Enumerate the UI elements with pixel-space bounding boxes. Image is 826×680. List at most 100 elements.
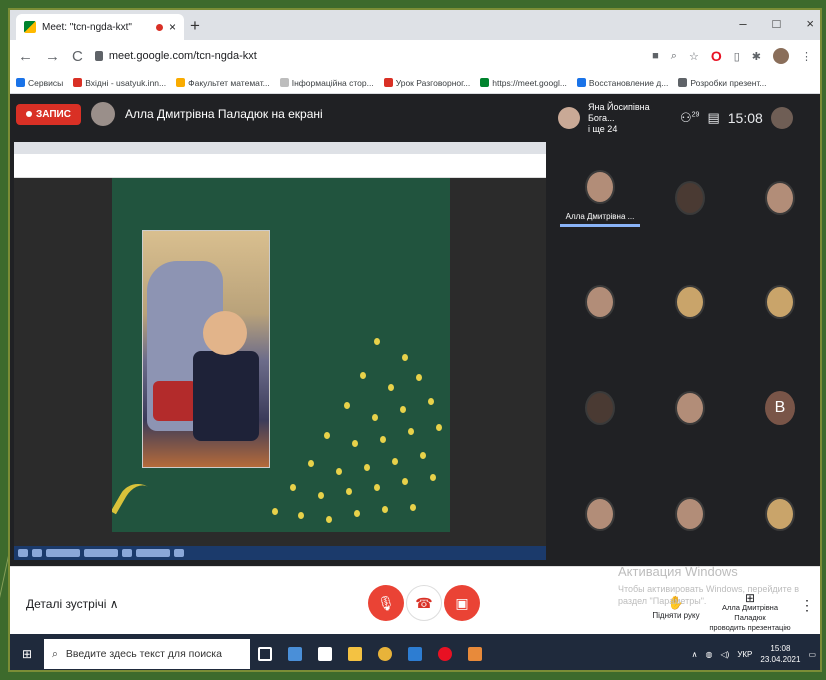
bookmark-item[interactable]: Факультет математ... xyxy=(176,77,270,88)
photos-icon[interactable] xyxy=(460,634,490,670)
screenshot-frame: Meet: "tcn-ngda-kxt" × + – □ × ← → C mee… xyxy=(8,8,822,672)
participant-tile[interactable] xyxy=(650,466,730,562)
slide xyxy=(112,178,450,532)
shared-taskbar-item xyxy=(18,549,28,557)
raise-hand-button[interactable]: ✋ Підняти руку xyxy=(646,595,706,620)
camera-icon[interactable]: ■ xyxy=(652,50,659,62)
shared-bookmarks-bar xyxy=(14,168,546,178)
shared-taskbar-item xyxy=(174,549,184,557)
shared-taskbar xyxy=(14,546,546,560)
opera-taskbar-icon[interactable] xyxy=(430,634,460,670)
notifications-icon[interactable]: ▭ xyxy=(808,650,816,659)
decor-dot xyxy=(388,384,394,391)
bookmarks-bar: Сервисы Вхідні - usatyuk.inn... Факультет … xyxy=(10,72,820,94)
chrome-icon[interactable] xyxy=(370,634,400,670)
opera-icon[interactable]: O xyxy=(711,48,722,64)
decor-dot xyxy=(402,478,408,485)
taskbar-clock[interactable]: 15:08 23.04.2021 xyxy=(760,643,800,665)
bookmark-item[interactable]: Урок Разговорног... xyxy=(383,77,470,88)
shared-taskbar-item xyxy=(84,549,118,557)
task-view-icon[interactable] xyxy=(250,634,280,670)
record-badge[interactable]: ЗАПИС xyxy=(16,103,81,125)
decor-dot xyxy=(298,512,304,519)
self-avatar[interactable] xyxy=(770,107,793,129)
people-icon[interactable]: ⚇29 xyxy=(680,110,699,126)
bookmark-item[interactable]: Вхідні - usatyuk.inn... xyxy=(73,77,167,88)
meet-control-bar: Деталі зустрічі ∧ 🎙 ☎ ▣ ✋ Підняти руку ⊞ А… xyxy=(10,566,820,634)
taskbar-time: 15:08 xyxy=(770,644,791,653)
taskbar-search-field[interactable]: ⌕ Введите здесь текст для поиска xyxy=(44,639,250,669)
participant-tile[interactable] xyxy=(650,360,730,456)
windows-taskbar: ⊞ ⌕ Введите здесь текст для поиска ∧ ◍ ◁)… xyxy=(10,634,820,670)
shield-icon[interactable]: ▯ xyxy=(734,50,740,63)
participant-tile[interactable]: Алла Дмитрівна ... xyxy=(560,150,640,246)
decor-dot xyxy=(402,354,408,361)
participant-tile[interactable]: B xyxy=(740,360,820,456)
volume-icon[interactable]: ◁) xyxy=(720,650,729,659)
close-tab-icon[interactable]: × xyxy=(169,20,176,34)
camera-off-button[interactable]: ▣ xyxy=(444,585,480,621)
windows-start-icon[interactable]: ⊞ xyxy=(10,634,44,670)
tray-chevron-icon[interactable]: ∧ xyxy=(692,650,698,659)
participant-tile[interactable] xyxy=(560,466,640,562)
close-window-button[interactable]: × xyxy=(806,16,814,31)
reload-icon[interactable]: C xyxy=(72,48,83,65)
bookmark-favicon-icon xyxy=(383,77,393,87)
network-icon[interactable]: ◍ xyxy=(706,650,713,659)
participant-tile[interactable] xyxy=(650,254,730,350)
profile-avatar[interactable] xyxy=(773,48,789,64)
puzzle-icon[interactable]: ✱ xyxy=(752,50,761,63)
participant-avatar xyxy=(585,391,615,425)
bookmark-label: Вхідні - usatyuk.inn... xyxy=(85,77,167,88)
shared-taskbar-item xyxy=(122,549,132,557)
participant-tile[interactable] xyxy=(740,150,820,246)
participant-tile[interactable] xyxy=(560,360,640,456)
bookmark-favicon-icon xyxy=(16,77,25,87)
bookmark-item[interactable]: Сервисы xyxy=(16,77,63,88)
menu-icon[interactable]: ⋮ xyxy=(801,50,812,63)
record-dot-icon xyxy=(26,111,32,117)
store-icon[interactable] xyxy=(310,634,340,670)
zoom-icon[interactable]: ⌕ xyxy=(671,50,677,63)
mail-icon[interactable] xyxy=(400,634,430,670)
new-tab-button[interactable]: + xyxy=(190,16,200,36)
chat-icon[interactable]: ▤ xyxy=(707,110,719,126)
more-options-icon[interactable]: ⋮ xyxy=(800,597,814,614)
participant-avatar xyxy=(585,169,615,204)
pinned-user-sub: і ще 24 xyxy=(588,123,618,134)
meeting-details-button[interactable]: Деталі зустрічі ∧ xyxy=(26,597,119,611)
participant-avatar xyxy=(675,181,705,215)
hang-up-button[interactable]: ☎ xyxy=(406,585,442,621)
participant-tile[interactable] xyxy=(560,254,640,350)
file-explorer-icon[interactable] xyxy=(340,634,370,670)
maximize-button[interactable]: □ xyxy=(773,16,781,31)
participant-tile[interactable] xyxy=(740,466,820,562)
participant-tile[interactable] xyxy=(740,254,820,350)
forward-arrow-icon[interactable]: → xyxy=(45,48,60,65)
minimize-button[interactable]: – xyxy=(739,16,746,31)
speaking-indicator xyxy=(560,223,640,227)
participant-avatar xyxy=(765,497,795,531)
bookmark-item[interactable]: Розробки презент... xyxy=(678,77,767,88)
decor-dot xyxy=(318,492,324,499)
bookmark-item[interactable]: Інформаційна стор... xyxy=(279,77,374,88)
red-pillow xyxy=(153,381,197,421)
app-icon[interactable] xyxy=(280,634,310,670)
mic-off-button[interactable]: 🎙 xyxy=(368,585,404,621)
participant-tile[interactable] xyxy=(650,150,730,246)
participant-avatar xyxy=(585,497,615,531)
decor-dot xyxy=(290,484,296,491)
bookmark-label: Розробки презент... xyxy=(690,77,767,88)
meet-favicon-icon xyxy=(24,21,36,33)
browser-tab[interactable]: Meet: "tcn-ngda-kxt" × xyxy=(16,14,184,40)
participant-avatar xyxy=(765,181,795,215)
bookmark-item[interactable]: Восстановление д... xyxy=(576,77,668,88)
shared-taskbar-item xyxy=(136,549,170,557)
decor-dot xyxy=(372,414,378,421)
back-arrow-icon[interactable]: ← xyxy=(18,48,33,65)
language-indicator[interactable]: УКР xyxy=(737,650,752,659)
url-field[interactable]: meet.google.com/tcn-ngda-kxt xyxy=(94,45,640,67)
bookmark-item[interactable]: https://meet.googl... xyxy=(480,77,567,88)
star-icon[interactable]: ☆ xyxy=(689,50,699,63)
presenting-button[interactable]: ⊞ Алла Дмитрівна Паладюк проводить презент… xyxy=(708,592,792,633)
